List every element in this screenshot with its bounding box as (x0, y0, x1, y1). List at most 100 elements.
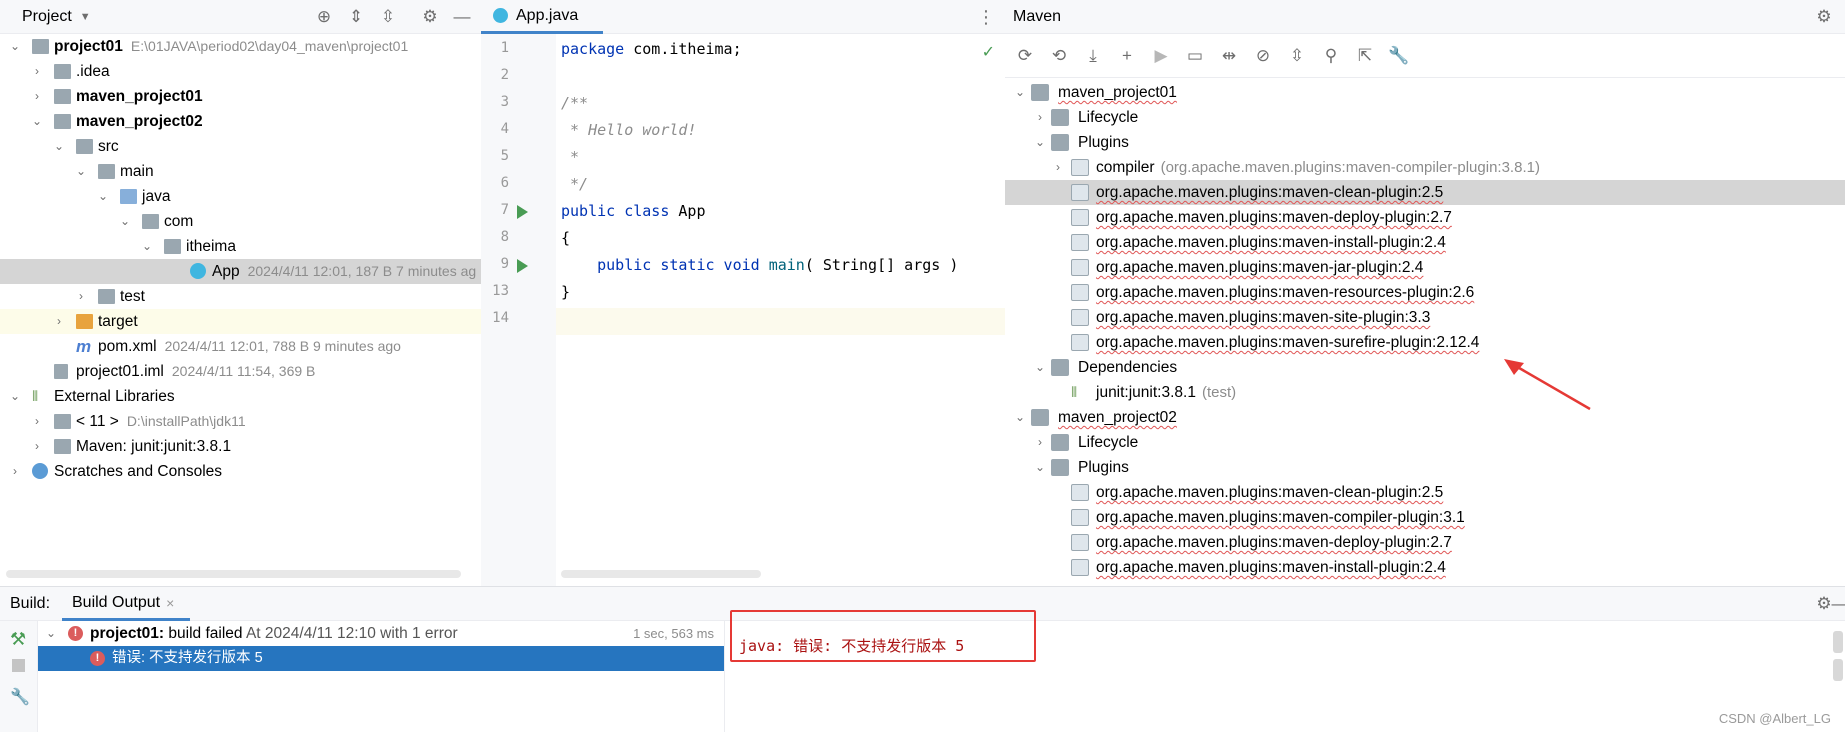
scroll-up-icon[interactable] (1833, 631, 1843, 653)
tree-node-test[interactable]: › test (0, 284, 481, 309)
locate-icon[interactable]: ⊕ (315, 8, 333, 26)
tab-app-java[interactable]: App.java (481, 0, 603, 34)
hammer-icon[interactable]: ⚒ (10, 629, 26, 650)
run-icon[interactable]: ▶ (1149, 46, 1173, 66)
chevron-down-icon[interactable]: ⌄ (8, 34, 22, 59)
build-error-row[interactable]: ! 错误: 不支持发行版本 5 (38, 646, 724, 671)
chevron-down-icon[interactable]: ⌄ (1013, 405, 1027, 430)
chevron-right-icon[interactable]: › (52, 309, 66, 334)
more-options-icon[interactable]: ⋮ (977, 7, 995, 28)
code-area[interactable]: package com.itheima; /** * Hello world! … (561, 34, 1005, 586)
maven-node-lifecycle[interactable]: › Lifecycle (1005, 430, 1845, 455)
expand-icon[interactable]: ⇱ (1353, 46, 1377, 66)
toggle-offline-icon[interactable]: ⇹ (1217, 46, 1241, 66)
chevron-right-icon[interactable]: › (1033, 105, 1047, 130)
chevron-down-icon[interactable]: ⌄ (118, 209, 132, 234)
collapse-all-icon[interactable]: ⇳ (379, 8, 397, 26)
add-icon[interactable]: + (1115, 46, 1139, 66)
maven-plugin-jar[interactable]: org.apache.maven.plugins:maven-jar-plugi… (1005, 255, 1845, 280)
maven-node-project01[interactable]: ⌄ maven_project01 (1005, 80, 1845, 105)
maven-plugin-resources[interactable]: org.apache.maven.plugins:maven-resources… (1005, 280, 1845, 305)
maven-node-plugins[interactable]: ⌄ Plugins (1005, 455, 1845, 480)
gear-icon[interactable]: ⚙ (421, 8, 439, 26)
collapse-all-icon[interactable]: ⇳ (1285, 46, 1309, 66)
horizontal-scrollbar[interactable] (561, 570, 761, 578)
maven-dependency-junit[interactable]: ⦀ junit:junit:3.8.1 (test) (1005, 380, 1845, 405)
maven-plugin-install[interactable]: org.apache.maven.plugins:maven-install-p… (1005, 555, 1845, 580)
stop-icon[interactable] (12, 659, 25, 672)
reload-icon[interactable]: ⟳ (1013, 46, 1037, 66)
chevron-right-icon[interactable]: › (8, 459, 22, 484)
tree-node-iml[interactable]: project01.iml 2024/4/11 11:54, 369 B (0, 359, 481, 384)
tree-node-maven-project01[interactable]: › maven_project01 (0, 84, 481, 109)
tab-build-output[interactable]: Build Output × (62, 587, 190, 621)
maven-plugin-install[interactable]: org.apache.maven.plugins:maven-install-p… (1005, 230, 1845, 255)
tree-node-pom[interactable]: m pom.xml 2024/4/11 12:01, 788 B 9 minute… (0, 334, 481, 359)
maven-plugin-compiler[interactable]: › compiler (org.apache.maven.plugins:mave… (1005, 155, 1845, 180)
tree-node-itheima[interactable]: ⌄ itheima (0, 234, 481, 259)
chevron-right-icon[interactable]: › (74, 284, 88, 309)
tree-node-maven-project02[interactable]: ⌄ maven_project02 (0, 109, 481, 134)
hide-icon[interactable]: — (1831, 595, 1845, 613)
tree-node-com[interactable]: ⌄ com (0, 209, 481, 234)
generate-sources-icon[interactable]: ⟲ (1047, 46, 1071, 66)
maven-plugin-deploy[interactable]: org.apache.maven.plugins:maven-deploy-pl… (1005, 205, 1845, 230)
execute-goal-icon[interactable]: ▭ (1183, 46, 1207, 66)
chevron-right-icon[interactable]: › (30, 84, 44, 109)
maven-plugin-compiler[interactable]: org.apache.maven.plugins:maven-compiler-… (1005, 505, 1845, 530)
chevron-down-icon[interactable]: ⌄ (96, 184, 110, 209)
maven-node-plugins[interactable]: ⌄ Plugins (1005, 130, 1845, 155)
tree-node-app[interactable]: App 2024/4/11 12:01, 187 B 7 minutes ag (0, 259, 481, 284)
gear-icon[interactable]: ⚙ (1815, 8, 1833, 26)
chevron-right-icon[interactable]: › (30, 434, 44, 459)
show-dependencies-icon[interactable]: ⚲ (1319, 46, 1343, 66)
wrench-icon[interactable]: 🔧 (1387, 46, 1411, 66)
chevron-down-icon[interactable]: ⌄ (1013, 80, 1027, 105)
tree-node-scratches[interactable]: › Scratches and Consoles (0, 459, 481, 484)
line-number: 6 (500, 175, 509, 191)
chevron-down-icon[interactable]: ⌄ (1033, 355, 1047, 380)
tree-node-idea[interactable]: › .idea (0, 59, 481, 84)
run-class-icon[interactable] (517, 205, 528, 219)
tree-node-main[interactable]: ⌄ main (0, 159, 481, 184)
horizontal-scrollbar[interactable] (6, 570, 461, 578)
scroll-down-icon[interactable] (1833, 659, 1843, 681)
maven-plugin-clean[interactable]: org.apache.maven.plugins:maven-clean-plu… (1005, 180, 1845, 205)
tree-node-src[interactable]: ⌄ src (0, 134, 481, 159)
maven-plugin-deploy[interactable]: org.apache.maven.plugins:maven-deploy-pl… (1005, 530, 1845, 555)
tree-node-java[interactable]: ⌄ java (0, 184, 481, 209)
chevron-down-icon[interactable]: ⌄ (46, 621, 56, 646)
tree-node-jdk[interactable]: › < 11 > D:\installPath\jdk11 (0, 409, 481, 434)
chevron-right-icon[interactable]: › (30, 59, 44, 84)
skip-tests-icon[interactable]: ⊘ (1251, 46, 1275, 66)
project-view-selector[interactable]: Project ▼ (22, 8, 91, 26)
chevron-down-icon[interactable]: ⌄ (30, 109, 44, 134)
maven-node-lifecycle[interactable]: › Lifecycle (1005, 105, 1845, 130)
close-icon[interactable]: × (166, 595, 174, 611)
expand-all-icon[interactable]: ⇕ (347, 8, 365, 26)
maven-plugin-site[interactable]: org.apache.maven.plugins:maven-site-plug… (1005, 305, 1845, 330)
tree-node-external-libraries[interactable]: ⌄ ⦀ External Libraries (0, 384, 481, 409)
maven-plugin-clean[interactable]: org.apache.maven.plugins:maven-clean-plu… (1005, 480, 1845, 505)
tree-node-maven-junit[interactable]: › Maven: junit:junit:3.8.1 (0, 434, 481, 459)
maven-node-project02[interactable]: ⌄ maven_project02 (1005, 405, 1845, 430)
chevron-down-icon[interactable]: ⌄ (1033, 130, 1047, 155)
chevron-right-icon[interactable]: › (30, 409, 44, 434)
wrench-icon[interactable]: 🔧 (10, 687, 30, 707)
chevron-down-icon[interactable]: ⌄ (1033, 455, 1047, 480)
chevron-right-icon[interactable]: › (1033, 430, 1047, 455)
tree-node-target[interactable]: › target (0, 309, 481, 334)
maven-node-dependencies[interactable]: ⌄ Dependencies (1005, 355, 1845, 380)
chevron-down-icon[interactable]: ⌄ (140, 234, 154, 259)
maven-plugin-surefire[interactable]: org.apache.maven.plugins:maven-surefire-… (1005, 330, 1845, 355)
tree-node-project01[interactable]: ⌄ project01 E:\01JAVA\period02\day04_mave… (0, 34, 481, 59)
run-main-icon[interactable] (517, 259, 528, 273)
chevron-down-icon[interactable]: ⌄ (8, 384, 22, 409)
line-number: 4 (500, 121, 509, 137)
download-icon[interactable]: ⤓ (1081, 46, 1105, 66)
hide-icon[interactable]: — (453, 8, 471, 26)
chevron-down-icon[interactable]: ⌄ (74, 159, 88, 184)
chevron-down-icon[interactable]: ⌄ (52, 134, 66, 159)
build-result-row[interactable]: ⌄ ! project01: build failed At 2024/4/11… (38, 621, 724, 646)
chevron-right-icon[interactable]: › (1051, 155, 1065, 180)
